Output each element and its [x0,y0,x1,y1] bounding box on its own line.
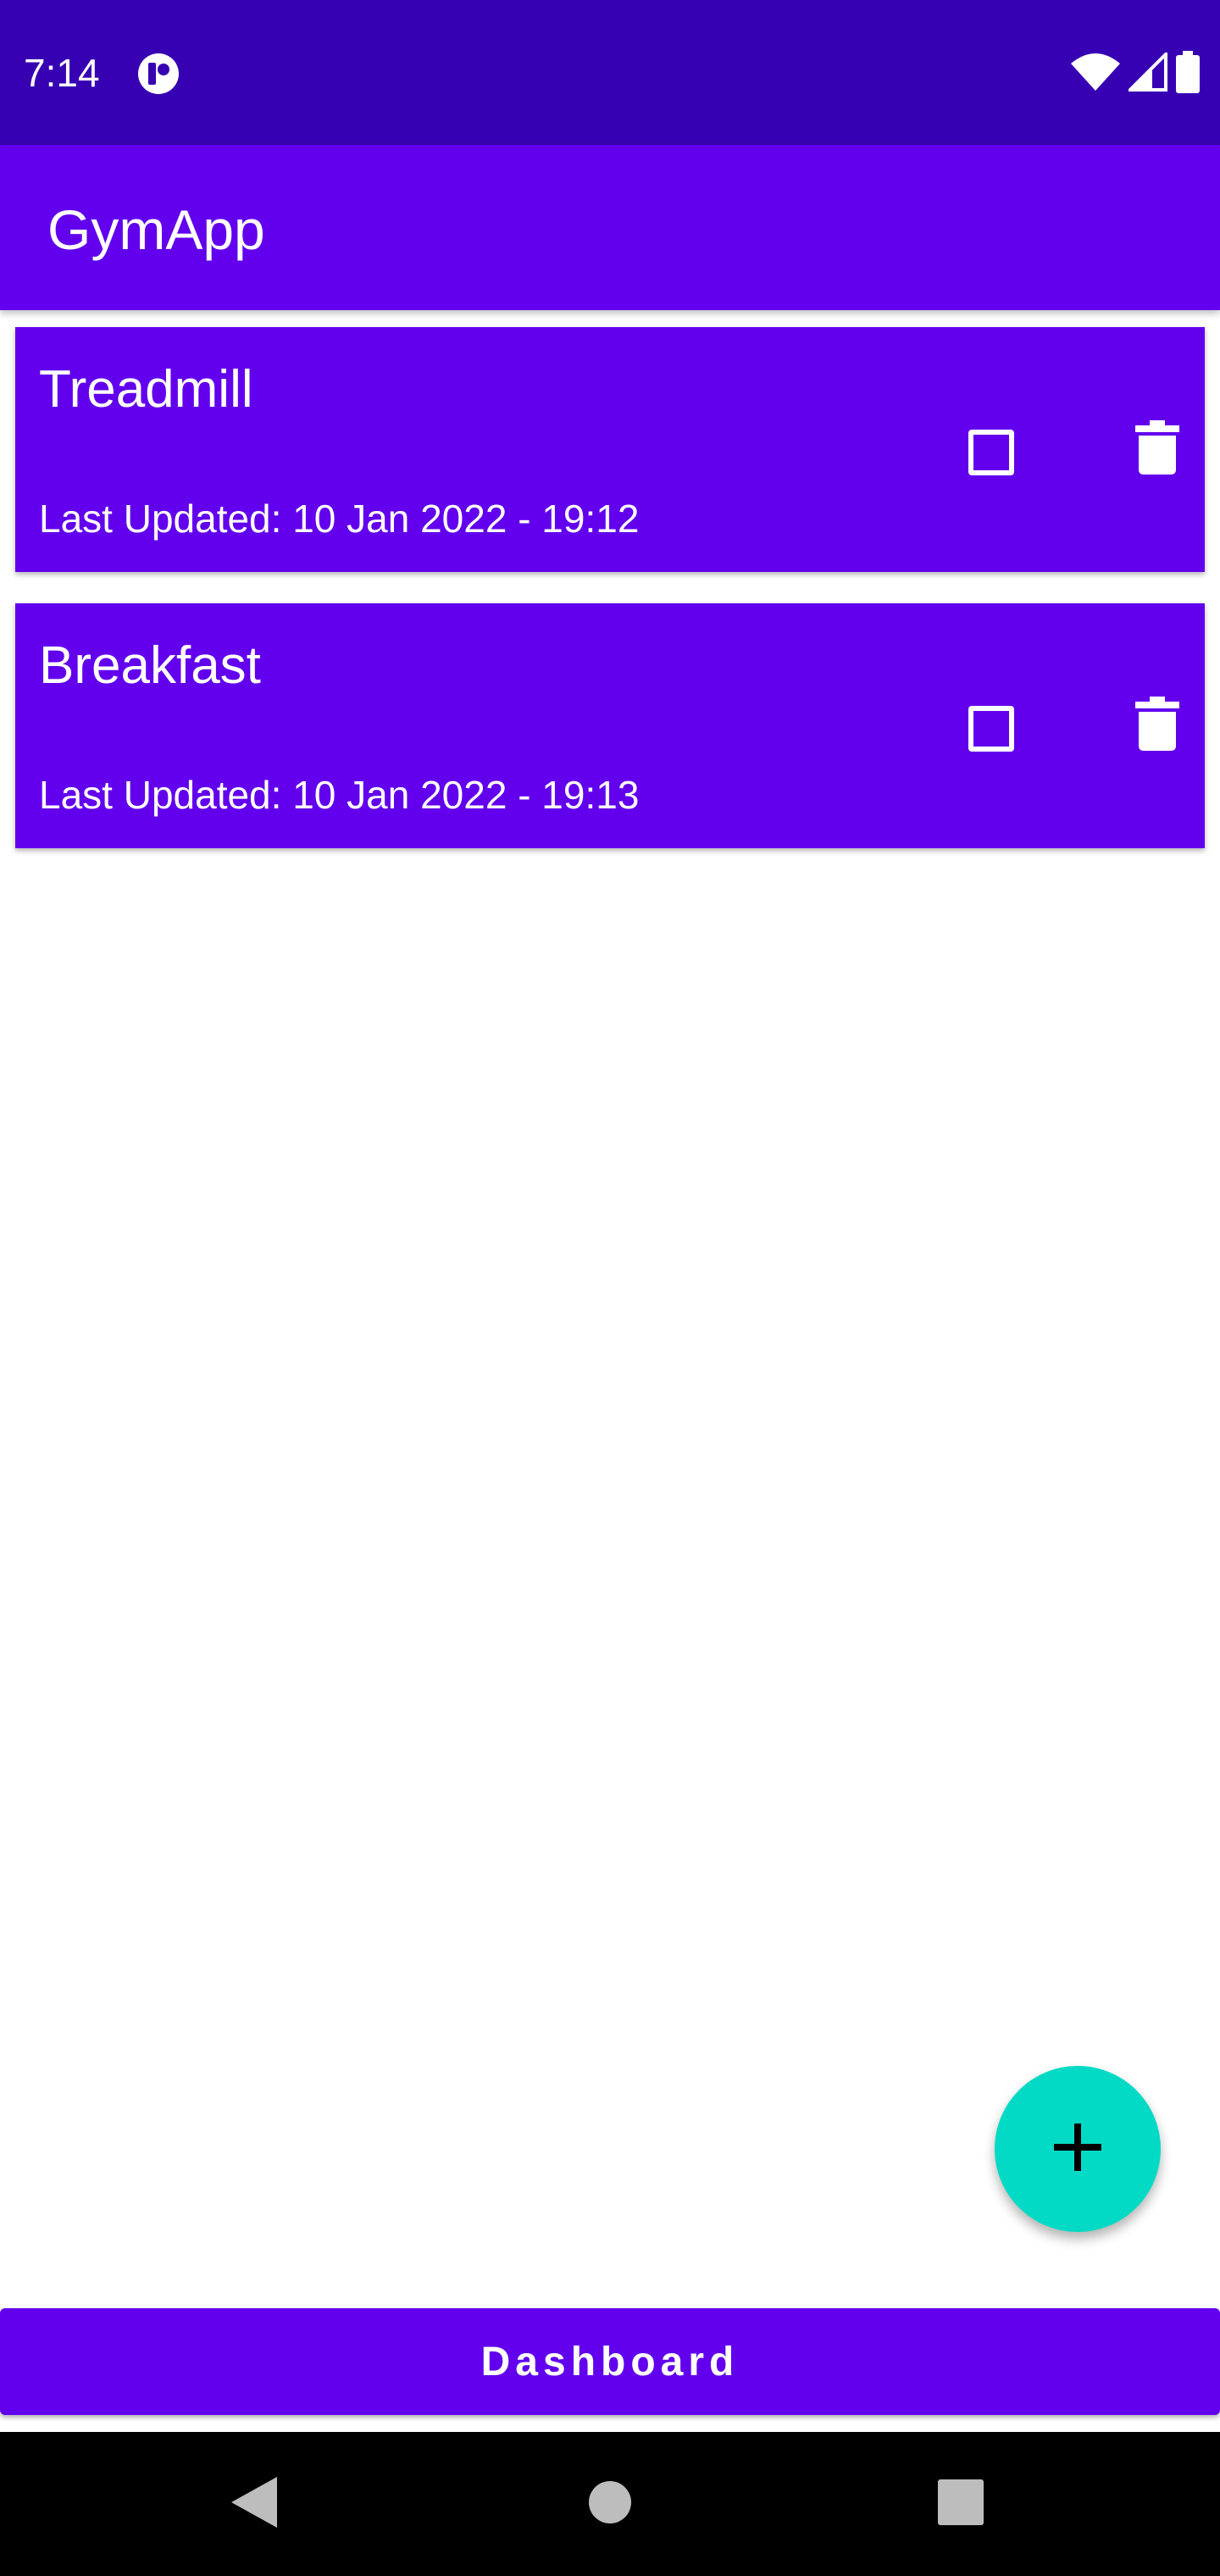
list-item-card[interactable]: Treadmill Last Updated: 10 Jan 2022 - 19… [15,327,1205,572]
app-bar: GymApp [0,145,1220,310]
back-icon [231,2476,277,2532]
checkbox-outline-icon [968,430,1014,475]
trash-icon [1135,696,1179,755]
system-nav-bar [0,2432,1220,2576]
nav-home-button[interactable] [574,2468,646,2540]
app-title: GymApp [47,198,265,261]
nav-back-button[interactable] [219,2468,290,2540]
item-checkbox[interactable] [956,693,1027,764]
status-icons [1071,49,1200,97]
delete-button[interactable] [1122,690,1193,761]
dashboard-label: Dashboard [480,2339,740,2384]
item-last-updated: Last Updated: 10 Jan 2022 - 19:13 [39,773,640,817]
item-last-updated: Last Updated: 10 Jan 2022 - 19:12 [39,497,640,541]
cellular-signal-icon [1126,49,1167,96]
checkbox-outline-icon [968,706,1014,752]
item-title: Breakfast [39,636,261,695]
screen: 7:14 GymApp Treadmill Last Updated: 10 J… [0,0,1220,2576]
status-bar: 7:14 [0,0,1220,145]
home-icon [588,2480,632,2529]
trash-icon [1135,419,1179,479]
item-title: Treadmill [39,360,253,419]
plus-icon [1054,2123,1101,2175]
nav-recents-button[interactable] [925,2468,996,2540]
list-item-card[interactable]: Breakfast Last Updated: 10 Jan 2022 - 19… [15,603,1205,848]
dashboard-button[interactable]: Dashboard [0,2308,1220,2415]
recents-icon [938,2479,984,2529]
wifi-icon [1071,53,1120,95]
battery-icon [1176,50,1200,97]
delete-button[interactable] [1122,414,1193,485]
item-checkbox[interactable] [956,417,1027,488]
data-saver-icon [137,53,180,95]
add-item-fab[interactable] [995,2066,1161,2232]
status-time: 7:14 [24,51,100,95]
